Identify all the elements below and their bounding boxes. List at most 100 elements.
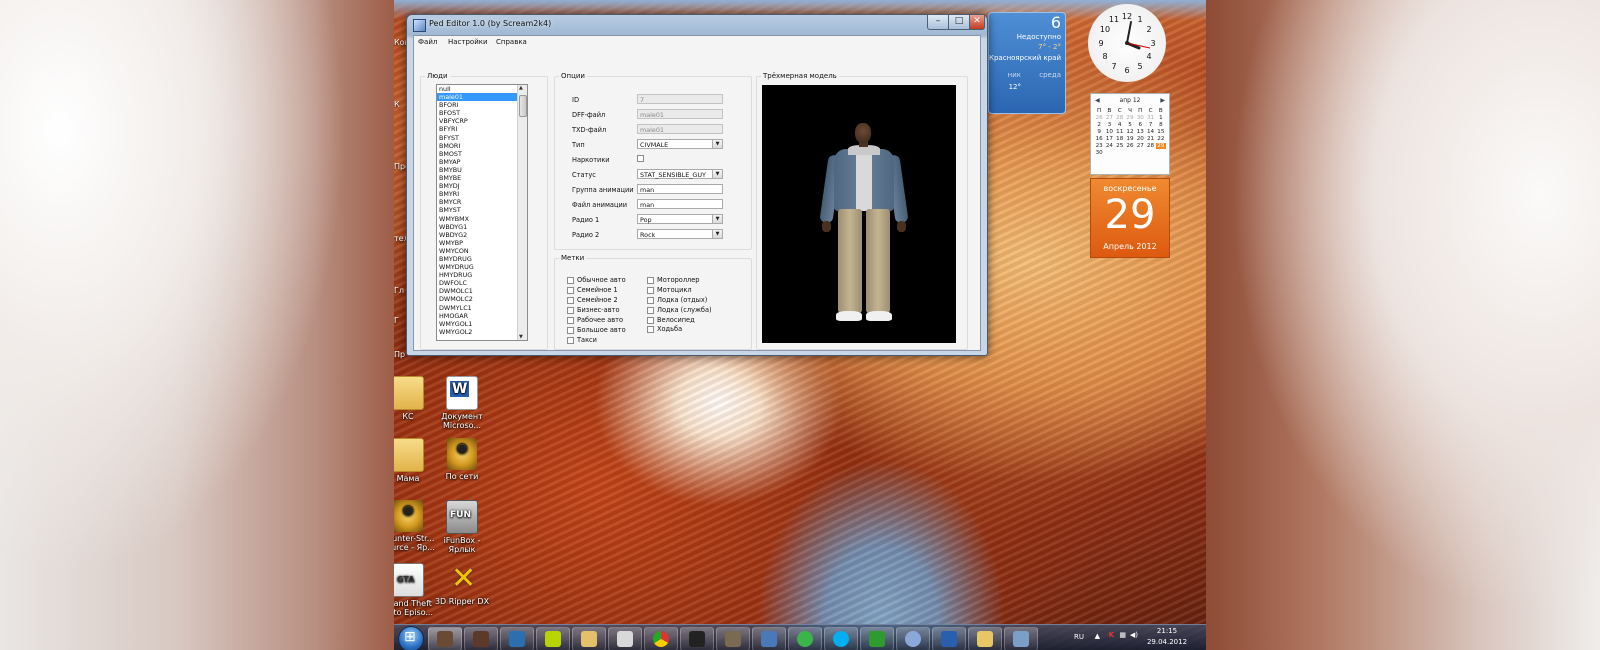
radio2-select[interactable]: Rock ▼ [637,229,723,239]
taskbar-counter-strike[interactable] [860,627,894,650]
calendar-day[interactable]: 1 [1156,115,1166,121]
taskbar-app[interactable] [536,627,570,650]
start-button[interactable] [398,626,424,650]
tag-checkbox[interactable] [647,287,654,294]
taskbar-chrome[interactable] [644,627,678,650]
ped-editor-window[interactable]: Ped Editor 1.0 (by Scream2k4) – □ ✕ Файл… [406,14,988,356]
calendar-day[interactable]: 13 [1135,129,1145,135]
tag-checkbox[interactable] [567,337,574,344]
list-item[interactable]: BMYDRUG [437,255,527,263]
taskbar-app[interactable] [1004,627,1038,650]
title-bar[interactable]: Ped Editor 1.0 (by Scream2k4) – □ ✕ [407,15,987,35]
clock-date[interactable]: 29.04.2012 [1142,638,1192,646]
taskbar-app[interactable] [896,627,930,650]
taskbar-steam[interactable] [680,627,714,650]
calendar-day[interactable]: 7 [1145,122,1155,128]
list-item[interactable]: WMYDRUG [437,263,527,271]
volume-icon[interactable]: ◀) [1130,631,1138,639]
tag-checkbox[interactable] [647,317,654,324]
desktop-icon-po-seti[interactable]: По сети [434,438,490,481]
calendar-day[interactable]: 23 [1094,143,1104,149]
taskbar-app[interactable] [464,627,498,650]
show-hidden-icons-icon[interactable]: ▲ [1095,632,1100,640]
taskbar-app[interactable] [500,627,534,650]
radio1-select[interactable]: Pop ▼ [637,214,723,224]
list-item[interactable]: BMYBU [437,166,527,174]
tag-checkbox[interactable] [567,297,574,304]
kaspersky-icon[interactable]: K [1109,631,1114,639]
calendar-day[interactable]: 11 [1115,129,1125,135]
list-item[interactable]: male01 [437,93,527,102]
list-item[interactable]: null [437,85,527,93]
calendar-day[interactable]: 29 [1125,115,1135,121]
desktop-icon-document[interactable]: Документ Microso... [434,376,490,430]
calendar-day[interactable]: 31 [1145,115,1155,121]
desktop-icon-stub[interactable]: Г [394,316,399,325]
taskbar-app[interactable] [752,627,786,650]
taskbar-explorer[interactable] [968,627,1002,650]
list-item[interactable]: BFYST [437,134,527,142]
list-item[interactable]: BMYBE [437,174,527,182]
language-indicator[interactable]: RU [1074,633,1084,641]
calendar-day[interactable]: 27 [1104,115,1114,121]
list-item[interactable]: WMYCON [437,247,527,255]
list-item[interactable]: DWMYLC1 [437,304,527,312]
list-item[interactable]: WMYBP [437,239,527,247]
list-item[interactable]: WMYGOL2 [437,328,527,336]
tag-checkbox[interactable] [567,287,574,294]
maximize-button[interactable]: □ [948,15,970,30]
id-field[interactable]: 7 [637,94,723,104]
calendar-day[interactable]: 20 [1135,136,1145,142]
list-item[interactable]: VBFYCRP [437,117,527,125]
list-item[interactable]: WBDYG2 [437,231,527,239]
calendar-day[interactable]: 22 [1156,136,1166,142]
list-item[interactable]: BMYCR [437,198,527,206]
scroll-down-icon[interactable]: ▼ [519,334,523,340]
calendar-day[interactable]: 8 [1156,122,1166,128]
taskbar-app[interactable] [572,627,606,650]
calendar-day[interactable]: 28 [1115,115,1125,121]
list-item[interactable]: WMYBMX [437,215,527,223]
next-month-icon[interactable]: ▶ [1160,97,1165,104]
calendar-day[interactable]: 2 [1094,122,1104,128]
calendar-gadget[interactable]: ◀ апр 12 ▶ П В С Ч П С В 26 27 28 29 30 31 1 2 3 4 5 6 7 8 9 1… [1090,93,1170,175]
list-item[interactable]: BMYDJ [437,182,527,190]
tag-checkbox[interactable] [567,277,574,284]
tag-checkbox[interactable] [647,297,654,304]
date-gadget[interactable]: воскресенье 29 Апрель 2012 [1090,178,1170,258]
taskbar-skype[interactable] [824,627,858,650]
animgroup-field[interactable]: man [637,184,723,194]
desktop-icon-3d-ripper[interactable]: 3D Ripper DX [434,561,490,606]
calendar-day[interactable]: 5 [1125,122,1135,128]
calendar-day[interactable]: 15 [1156,129,1166,135]
list-item[interactable]: HMYDRUG [437,271,527,279]
tag-checkbox[interactable] [647,277,654,284]
calendar-day[interactable]: 12 [1125,129,1135,135]
tag-checkbox[interactable] [567,327,574,334]
clock-time[interactable]: 21:15 [1142,627,1192,635]
animfile-field[interactable]: man [637,199,723,209]
calendar-day[interactable]: 17 [1104,136,1114,142]
menu-help[interactable]: Справка [496,38,527,46]
status-select[interactable]: STAT_SENSIBLE_GUY ▼ [637,169,723,179]
desktop-icon-stub[interactable]: К [394,100,400,109]
desktop-icon-gta[interactable]: Grand Theft Auto Episo... [394,563,436,617]
people-listbox[interactable]: null male01 BFORI BFOST VBFYCRP BFYRI BFYST BMO… [436,84,528,341]
desktop-icon-stub[interactable]: Гл [394,286,404,295]
list-item[interactable]: BFORI [437,101,527,109]
menu-settings[interactable]: Настройки [448,38,488,46]
taskbar-word[interactable] [932,627,966,650]
list-item[interactable]: BFOST [437,109,527,117]
taskbar-app[interactable] [716,627,750,650]
list-scrollbar[interactable]: ▲ ▼ [517,85,527,340]
calendar-day[interactable]: 26 [1125,143,1135,149]
scrollbar-thumb[interactable] [519,95,527,117]
calendar-day[interactable]: 28 [1145,143,1155,149]
calendar-day[interactable]: 29 [1155,143,1166,149]
calendar-day[interactable]: 25 [1115,143,1125,149]
calendar-day[interactable]: 24 [1104,143,1114,149]
calendar-day[interactable]: 3 [1104,122,1114,128]
model-viewport[interactable] [762,85,956,343]
calendar-day[interactable]: 6 [1135,122,1145,128]
list-item[interactable]: BFYRI [437,125,527,133]
